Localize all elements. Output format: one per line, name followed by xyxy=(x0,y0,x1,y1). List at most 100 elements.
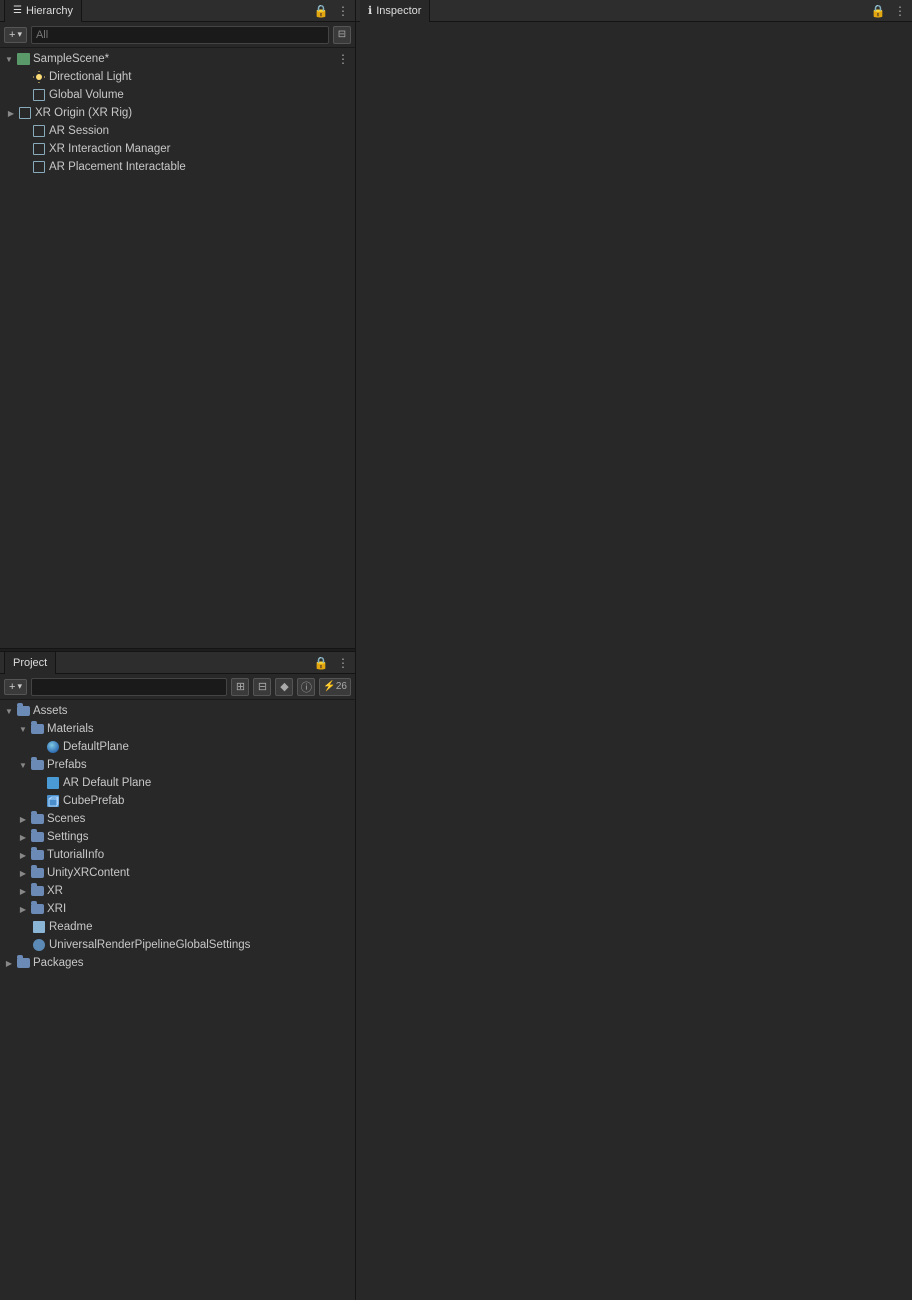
project-item-xri[interactable]: XRI xyxy=(0,900,355,918)
project-search-input[interactable] xyxy=(31,678,227,696)
project-item-packages[interactable]: Packages xyxy=(0,954,355,972)
project-item-prefabs[interactable]: Prefabs xyxy=(0,756,355,774)
xri-arrow[interactable] xyxy=(16,902,30,916)
light-icon xyxy=(32,70,46,84)
uxrc-arrow[interactable] xyxy=(16,866,30,880)
project-tag-btn[interactable]: ◆ xyxy=(275,678,293,696)
inspector-info-icon: ℹ xyxy=(368,4,372,17)
gameobj-icon-gv xyxy=(32,88,46,102)
project-add-btn[interactable]: + ▾ xyxy=(4,679,27,695)
project-item-defaultplane[interactable]: DefaultPlane xyxy=(0,738,355,756)
packages-arrow[interactable] xyxy=(2,956,16,970)
directional-light-label: Directional Light xyxy=(49,71,131,83)
dl-arrow xyxy=(18,70,32,84)
hierarchy-tab-label: Hierarchy xyxy=(26,5,73,17)
scenes-label: Scenes xyxy=(47,813,85,825)
urp-label: UniversalRenderPipelineGlobalSettings xyxy=(49,939,250,951)
inspector-tab[interactable]: ℹ Inspector xyxy=(360,0,430,22)
xr-arrow[interactable] xyxy=(16,884,30,898)
prefabs-folder-icon xyxy=(30,758,44,772)
hierarchy-lock-btn[interactable]: 🔒 xyxy=(313,3,329,19)
hierarchy-tab-bar: ☰ Hierarchy 🔒 ⋮ xyxy=(0,0,355,22)
project-info-btn[interactable]: ⓘ xyxy=(297,678,315,696)
xr-origin-arrow[interactable] xyxy=(4,106,18,120)
tree-item-directional-light[interactable]: Directional Light xyxy=(0,68,355,86)
xrim-arrow xyxy=(18,142,32,156)
ar-default-plane-label: AR Default Plane xyxy=(63,777,151,789)
project-item-ar-default-plane[interactable]: AR Default Plane xyxy=(0,774,355,792)
tree-item-xr-interaction-manager[interactable]: XR Interaction Manager xyxy=(0,140,355,158)
gameobj-icon-ars xyxy=(32,124,46,138)
inspector-tab-label: Inspector xyxy=(376,5,421,17)
tree-item-global-volume[interactable]: Global Volume xyxy=(0,86,355,104)
xr-interaction-manager-label: XR Interaction Manager xyxy=(49,143,170,155)
inspector-more-btn[interactable]: ⋮ xyxy=(892,3,908,19)
hierarchy-filter-btn[interactable]: ⊟ xyxy=(333,26,351,44)
uxrc-folder-icon xyxy=(30,866,44,880)
scene-name: SampleScene* xyxy=(33,53,109,65)
gameobj-icon-arpi xyxy=(32,160,46,174)
scenes-arrow[interactable] xyxy=(16,812,30,826)
global-volume-label: Global Volume xyxy=(49,89,124,101)
materials-arrow[interactable] xyxy=(16,722,30,736)
hierarchy-more-btn[interactable]: ⋮ xyxy=(335,3,351,19)
scenes-folder-icon xyxy=(30,812,44,826)
assets-label: Assets xyxy=(33,705,68,717)
defaultplane-label: DefaultPlane xyxy=(63,741,129,753)
project-item-unityxrcontent[interactable]: UnityXRContent xyxy=(0,864,355,882)
project-grid-btn[interactable]: ⊞ xyxy=(231,678,249,696)
project-tab[interactable]: Project xyxy=(4,652,56,674)
tutorialinfo-label: TutorialInfo xyxy=(47,849,104,861)
gameobj-icon-xrim xyxy=(32,142,46,156)
xr-folder-icon xyxy=(30,884,44,898)
readme-label: Readme xyxy=(49,921,92,933)
inspector-lock-btn[interactable]: 🔒 xyxy=(870,3,886,19)
urp-icon xyxy=(32,938,46,952)
scene-item[interactable]: SampleScene* ⋮ xyxy=(0,50,355,68)
project-lock-btn[interactable]: 🔒 xyxy=(313,655,329,671)
project-more-btn[interactable]: ⋮ xyxy=(335,655,351,671)
project-item-tutorialinfo[interactable]: TutorialInfo xyxy=(0,846,355,864)
packages-label: Packages xyxy=(33,957,84,969)
xr-label: XR xyxy=(47,885,63,897)
gameobj-icon-xr xyxy=(18,106,32,120)
ti-folder-icon xyxy=(30,848,44,862)
project-item-scenes[interactable]: Scenes xyxy=(0,810,355,828)
settings-arrow[interactable] xyxy=(16,830,30,844)
project-item-settings[interactable]: Settings xyxy=(0,828,355,846)
project-item-assets[interactable]: Assets xyxy=(0,702,355,720)
arpi-arrow xyxy=(18,160,32,174)
hierarchy-add-btn[interactable]: + ▾ xyxy=(4,27,27,43)
scene-more-btn[interactable]: ⋮ xyxy=(335,51,351,67)
assets-arrow[interactable] xyxy=(2,704,16,718)
tree-item-ar-session[interactable]: AR Session xyxy=(0,122,355,140)
xr-origin-label: XR Origin (XR Rig) xyxy=(35,107,132,119)
urp-arrow xyxy=(18,938,32,952)
materials-label: Materials xyxy=(47,723,94,735)
project-tab-label: Project xyxy=(13,657,47,669)
badge-count: 26 xyxy=(336,681,347,692)
scene-arrow[interactable] xyxy=(2,52,16,66)
project-item-materials[interactable]: Materials xyxy=(0,720,355,738)
cube-icon xyxy=(46,794,60,808)
project-item-readme[interactable]: Readme xyxy=(0,918,355,936)
readme-icon xyxy=(32,920,46,934)
inspector-tab-bar: ℹ Inspector 🔒 ⋮ xyxy=(356,0,912,22)
project-layout-btn[interactable]: ⊟ xyxy=(253,678,271,696)
project-tree: Assets Materials DefaultPlane xyxy=(0,700,355,1300)
ti-arrow[interactable] xyxy=(16,848,30,862)
ardp-arrow xyxy=(32,776,46,790)
project-item-xr[interactable]: XR xyxy=(0,882,355,900)
project-item-urp[interactable]: UniversalRenderPipelineGlobalSettings xyxy=(0,936,355,954)
project-add-arrow: ▾ xyxy=(17,681,22,692)
hierarchy-tab[interactable]: ☰ Hierarchy xyxy=(4,0,82,22)
prefabs-arrow[interactable] xyxy=(16,758,30,772)
tree-item-ar-placement-interactable[interactable]: AR Placement Interactable xyxy=(0,158,355,176)
hierarchy-search-input[interactable] xyxy=(31,26,329,44)
project-item-cubeprefab[interactable]: CubePrefab xyxy=(0,792,355,810)
project-toolbar: + ▾ ⊞ ⊟ ◆ ⓘ ⚡ 26 xyxy=(0,674,355,700)
materials-folder-icon xyxy=(30,722,44,736)
tree-item-xr-origin[interactable]: XR Origin (XR Rig) xyxy=(0,104,355,122)
material-icon xyxy=(46,740,60,754)
inspector-content xyxy=(356,22,912,1300)
